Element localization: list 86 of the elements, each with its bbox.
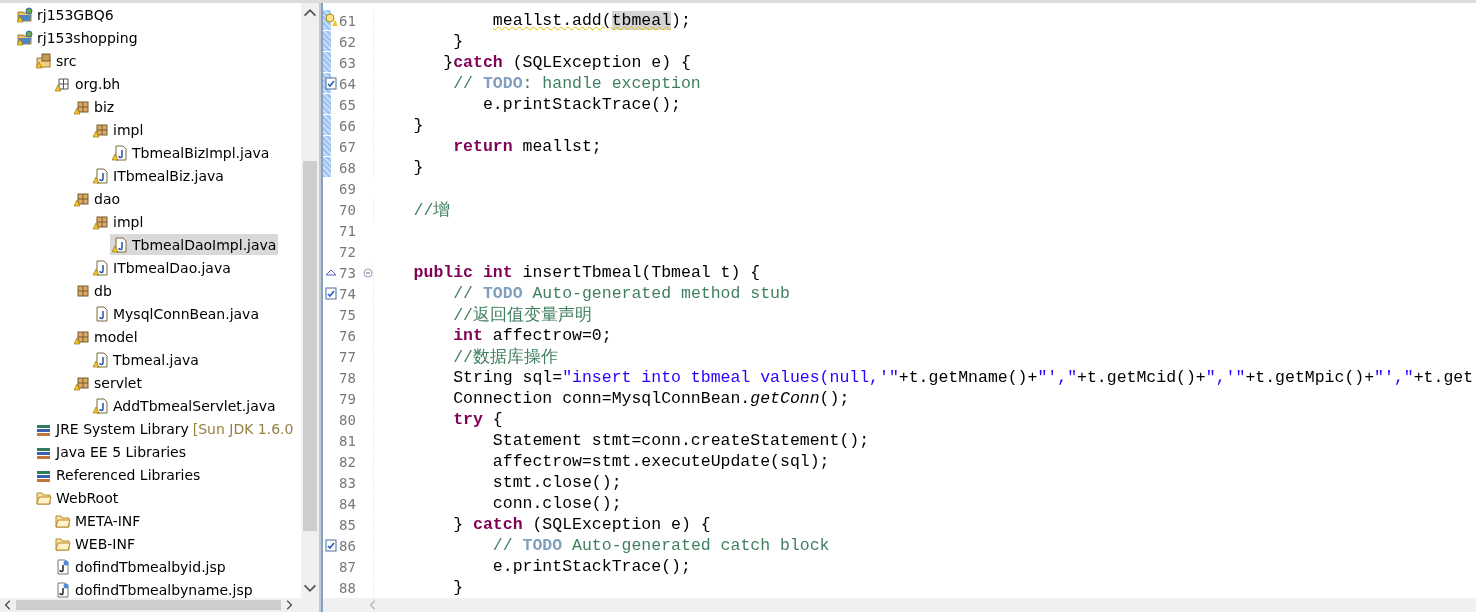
line-number: 77 bbox=[339, 348, 357, 365]
vertical-scrollbar[interactable] bbox=[301, 3, 319, 598]
line-number: 76 bbox=[339, 327, 357, 344]
line-number: 85 bbox=[339, 516, 357, 533]
line-number: 82 bbox=[339, 453, 357, 470]
line-number: 68 bbox=[339, 159, 357, 176]
line-number: 84 bbox=[339, 495, 357, 512]
line-number: 83 bbox=[339, 474, 357, 491]
tree-item[interactable]: dao bbox=[72, 188, 123, 209]
line-number: 81 bbox=[339, 432, 357, 449]
tree-item[interactable]: model bbox=[72, 326, 140, 347]
tree-item[interactable]: rj153shopping bbox=[15, 27, 140, 48]
line-number: 61 bbox=[339, 12, 357, 29]
tree-item[interactable]: dofindTbmealbyid.jsp bbox=[53, 556, 228, 577]
tree-item[interactable]: WebRoot bbox=[34, 487, 121, 508]
code-line: } bbox=[373, 32, 464, 51]
line-number: 73 bbox=[339, 264, 357, 281]
tree-item[interactable]: JRE System Library [Sun JDK 1.6.0 bbox=[34, 418, 296, 439]
scrollbar-thumb[interactable] bbox=[16, 600, 281, 610]
line-number: 72 bbox=[339, 243, 357, 260]
code-line: affectrow=stmt.executeUpdate(sql); bbox=[373, 452, 830, 471]
tree-item[interactable]: Java EE 5 Libraries bbox=[34, 441, 188, 462]
code-line: //增 bbox=[373, 198, 451, 221]
tree-item[interactable]: dofindTbmealbyname.jsp bbox=[53, 579, 255, 598]
scrollbar-thumb[interactable] bbox=[303, 161, 317, 531]
code-line: int affectrow=0; bbox=[373, 326, 612, 345]
tree-item[interactable]: Tbmeal.java bbox=[91, 349, 201, 370]
line-number: 62 bbox=[339, 33, 357, 50]
code-line: } bbox=[373, 116, 424, 135]
line-number: 80 bbox=[339, 411, 357, 428]
code-line: Statement stmt=conn.createStatement(); bbox=[373, 431, 870, 450]
line-number: 64 bbox=[339, 75, 357, 92]
tree-item[interactable]: servlet bbox=[72, 372, 144, 393]
line-number: 63 bbox=[339, 54, 357, 71]
code-line: // TODO Auto-generated catch block bbox=[373, 536, 830, 555]
code-line: // TODO Auto-generated method stub bbox=[373, 284, 790, 303]
tree-item[interactable]: TbmealBizImpl.java bbox=[110, 142, 272, 163]
code-line: e.printStackTrace(); bbox=[373, 95, 681, 114]
code-line: // TODO: handle exception bbox=[373, 74, 701, 93]
tree-item[interactable]: AddTbmealServlet.java bbox=[91, 395, 278, 416]
code-line: Connection conn=MysqlConnBean.getConn(); bbox=[373, 389, 850, 408]
code-line: }catch (SQLException e) { bbox=[373, 53, 691, 72]
tree-item[interactable]: impl bbox=[91, 119, 146, 140]
line-number: 70 bbox=[339, 201, 357, 218]
code-line: //返回值变量声明 bbox=[373, 303, 593, 326]
tree-item[interactable]: MysqlConnBean.java bbox=[91, 303, 261, 324]
line-number: 86 bbox=[339, 537, 357, 554]
line-number: 78 bbox=[339, 369, 357, 386]
tree-item[interactable]: src bbox=[34, 50, 79, 71]
code-line: stmt.close(); bbox=[373, 473, 622, 492]
code-line: meallst.add(tbmeal); bbox=[373, 11, 691, 30]
tree-item[interactable]: ITbmealDao.java bbox=[91, 257, 233, 278]
collapse-icon[interactable] bbox=[363, 267, 373, 278]
code-line: String sql="insert into tbmeal values(null,'"+t.getMname()+"',"+t.getMcid()+",'"+t.getMpic()+"',"+t.get bbox=[373, 368, 1474, 387]
line-number: 74 bbox=[339, 285, 357, 302]
tree-item[interactable]: Referenced Libraries bbox=[34, 464, 203, 485]
tree-item[interactable]: WEB-INF bbox=[53, 533, 137, 554]
line-number: 75 bbox=[339, 306, 357, 323]
code-line: conn.close(); bbox=[373, 494, 622, 513]
code-line: public int insertTbmeal(Tbmeal t) { bbox=[373, 263, 761, 282]
line-number: 88 bbox=[339, 579, 357, 596]
tree-item[interactable]: rj153GBQ6 bbox=[15, 4, 116, 25]
line-number: 87 bbox=[339, 558, 357, 575]
tree-item[interactable]: ITbmealBiz.java bbox=[91, 165, 226, 186]
code-line: } bbox=[373, 578, 464, 597]
tree-item[interactable]: db bbox=[72, 280, 114, 301]
line-number: 79 bbox=[339, 390, 357, 407]
line-number: 65 bbox=[339, 96, 357, 113]
tree-item[interactable]: biz bbox=[72, 96, 117, 117]
code-line: try { bbox=[373, 410, 503, 429]
tree-item[interactable]: TbmealDaoImpl.java bbox=[110, 234, 279, 255]
line-number: 67 bbox=[339, 138, 357, 155]
horizontal-scrollbar[interactable] bbox=[0, 598, 319, 612]
code-line: } bbox=[373, 158, 424, 177]
tree-item[interactable]: org.bh bbox=[53, 73, 123, 94]
library-version-label: [Sun JDK 1.6.0 bbox=[192, 420, 294, 437]
tree-item[interactable]: META-INF bbox=[53, 510, 143, 531]
line-number: 71 bbox=[339, 222, 357, 239]
horizontal-scrollbar[interactable] bbox=[323, 598, 1476, 612]
code-line: return meallst; bbox=[373, 137, 602, 156]
code-line: //数据库操作 bbox=[373, 345, 559, 368]
line-number: 69 bbox=[339, 180, 357, 197]
code-line: e.printStackTrace(); bbox=[373, 557, 691, 576]
line-number: 66 bbox=[339, 117, 357, 134]
tree-item[interactable]: impl bbox=[91, 211, 146, 232]
code-line: } catch (SQLException e) { bbox=[373, 515, 711, 534]
